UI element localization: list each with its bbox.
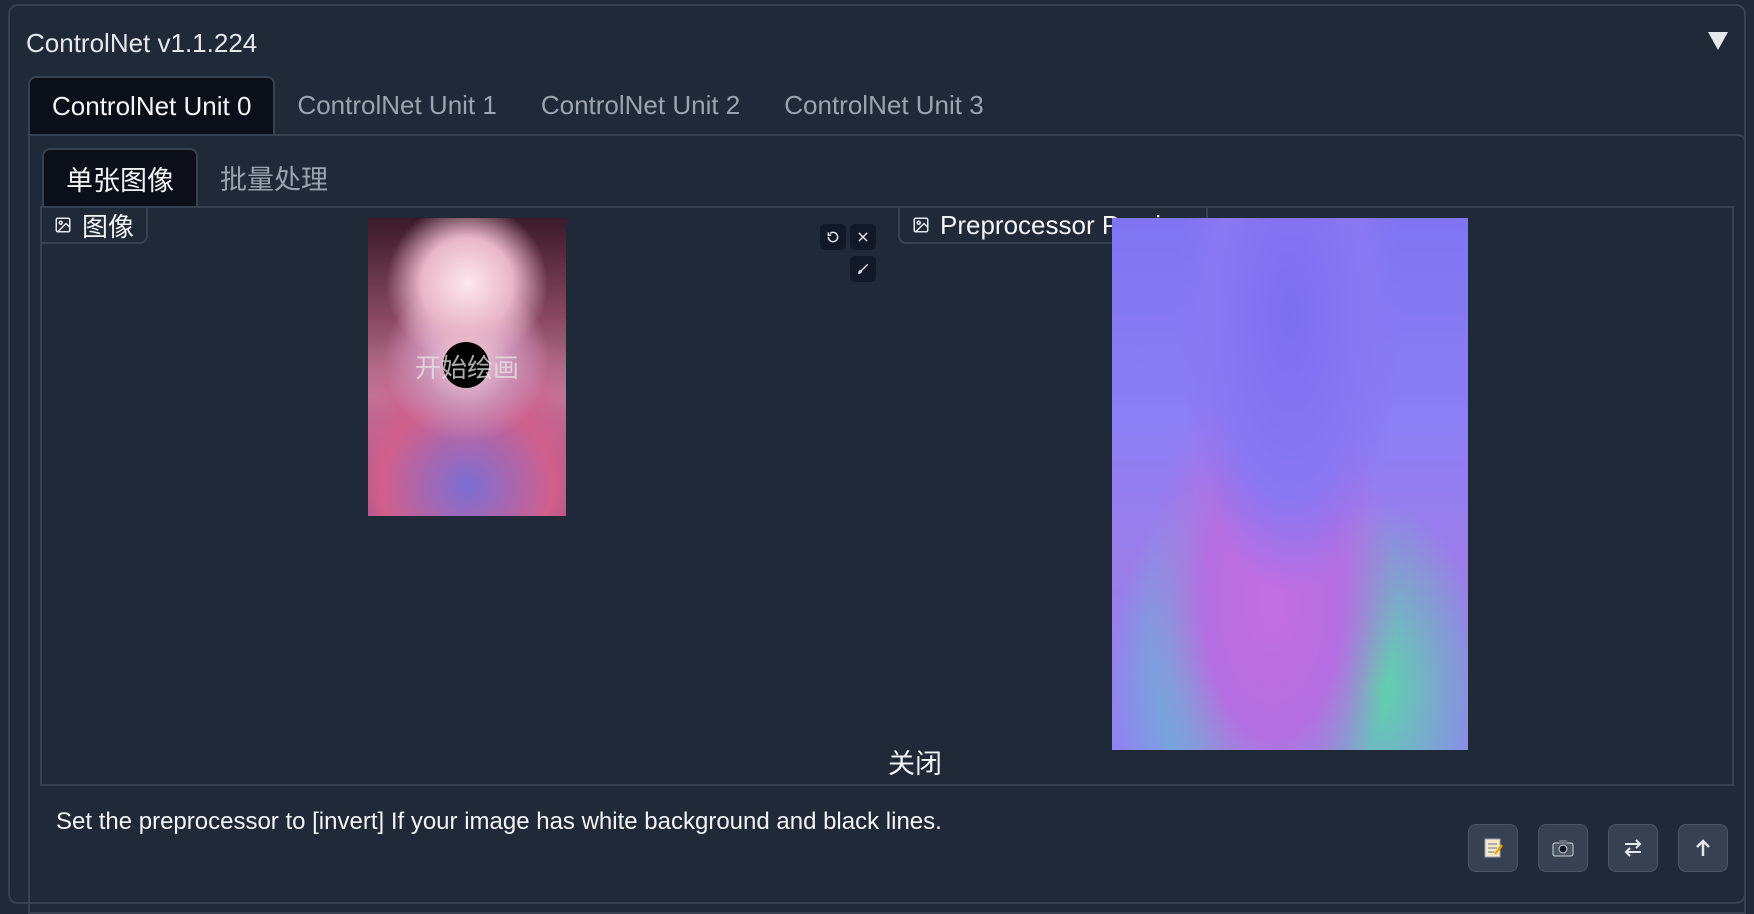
tab-batch[interactable]: 批量处理: [198, 148, 350, 206]
mode-tabs: 单张图像 批量处理: [42, 148, 350, 206]
close-preview-button[interactable]: 关闭: [888, 742, 942, 781]
tab-controlnet-unit-0[interactable]: ControlNet Unit 0: [28, 76, 276, 134]
image-input-label: 图像: [42, 208, 149, 244]
preprocessor-preview-image: [1112, 218, 1468, 750]
tab-single-image[interactable]: 单张图像: [42, 148, 198, 206]
swap-icon[interactable]: [1608, 824, 1658, 872]
tool-buttons: [1468, 824, 1728, 872]
image-area: 图像 开始绘画 Preprocessor Preview 关闭: [40, 206, 1734, 786]
triangle-down-icon[interactable]: [1708, 32, 1728, 50]
upload-arrow-icon[interactable]: [1678, 824, 1728, 872]
unit-tabs: ControlNet Unit 0 ControlNet Unit 1 Cont…: [28, 76, 1006, 134]
image-input-label-text: 图像: [82, 211, 135, 242]
close-icon[interactable]: [850, 224, 876, 250]
undo-icon[interactable]: [820, 224, 846, 250]
controlnet-panel: ControlNet v1.1.224 ControlNet Unit 0 Co…: [8, 4, 1746, 914]
brush-icon[interactable]: [850, 256, 876, 282]
image-icon: [55, 217, 71, 233]
tab-controlnet-unit-3[interactable]: ControlNet Unit 3: [762, 76, 1005, 134]
hint-text: Set the preprocessor to [invert] If your…: [56, 808, 942, 835]
input-image[interactable]: 开始绘画: [368, 218, 566, 516]
tab-controlnet-unit-1[interactable]: ControlNet Unit 1: [275, 76, 518, 134]
watermark-text: 开始绘画: [414, 353, 519, 383]
unit-tab-body: 单张图像 批量处理 图像 开始绘画 Preprocessor Preview 关…: [28, 134, 1746, 914]
notepad-icon[interactable]: [1468, 824, 1518, 872]
image-icon: [913, 217, 929, 233]
camera-icon[interactable]: [1538, 824, 1588, 872]
panel-title: ControlNet v1.1.224: [26, 28, 258, 58]
tab-controlnet-unit-2[interactable]: ControlNet Unit 2: [519, 76, 762, 134]
